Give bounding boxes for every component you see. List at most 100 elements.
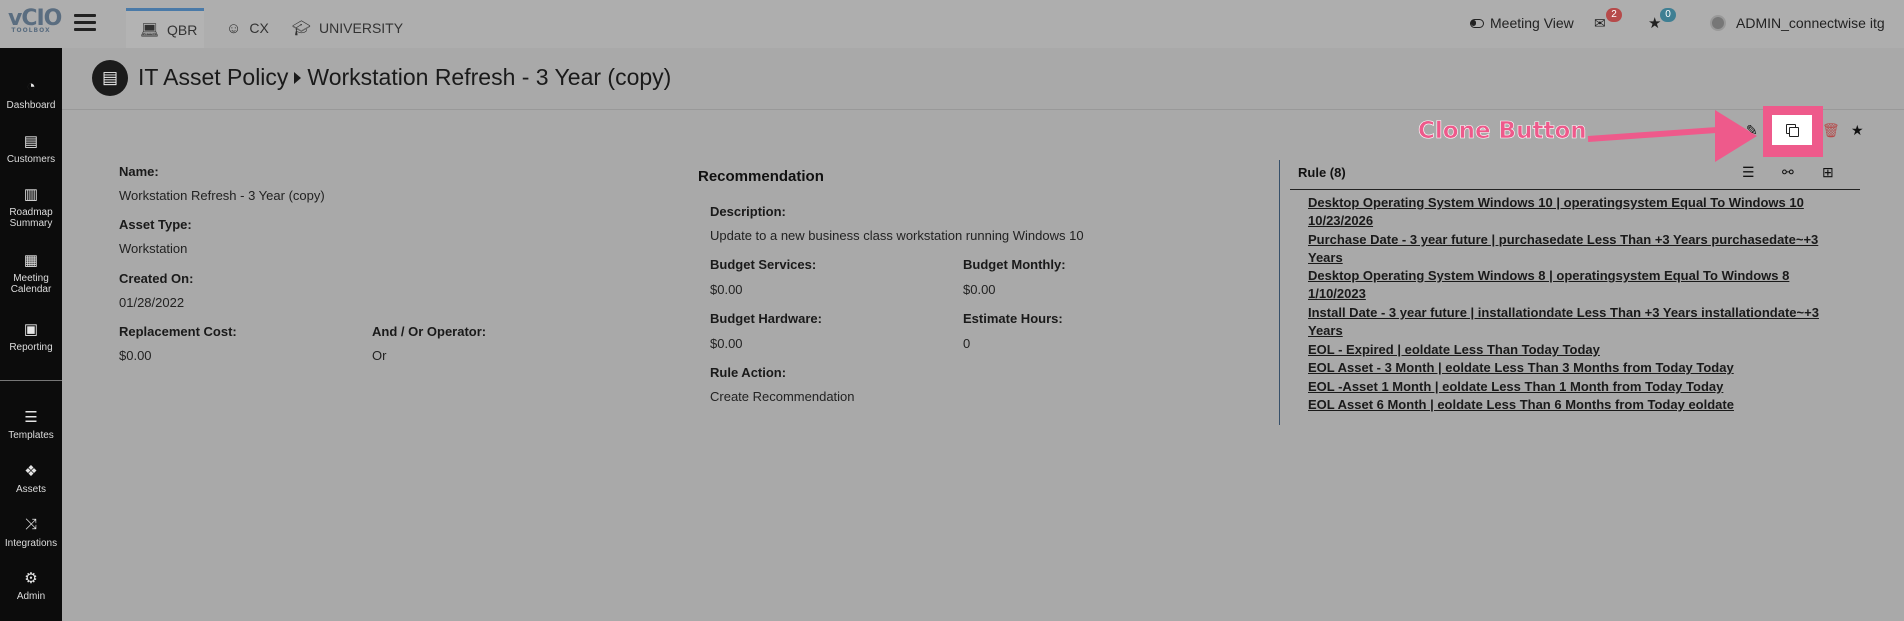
smiley-icon: ☺ [226, 19, 242, 37]
budget-hardware-value: $0.00 [710, 336, 743, 351]
calendar-icon: ▦ [23, 252, 39, 269]
estimate-hours-label: Estimate Hours: [963, 311, 1063, 326]
page-header: ▤ IT Asset Policy Workstation Refresh - … [62, 48, 1904, 110]
tab-label: CX [249, 20, 269, 36]
username: ADMIN_connectwise itg [1736, 15, 1885, 31]
delete-icon[interactable]: 🗑︎ [1822, 122, 1840, 139]
annotation-arrow [1587, 126, 1718, 142]
favorites-count-badge: 0 [1660, 8, 1676, 22]
tab-cx[interactable]: ☺ CX [212, 8, 283, 48]
created-on-value: 01/28/2022 [119, 295, 185, 310]
operator-label: And / Or Operator: [372, 324, 487, 339]
favorites-button[interactable]: ★ 0 [1648, 8, 1676, 34]
replacement-cost-label: Replacement Cost: [119, 324, 237, 339]
annotation-label: Clone Button [1418, 118, 1587, 145]
newspaper-icon: ▣ [23, 321, 39, 338]
sidebar-item-label: Customers [6, 154, 56, 165]
sidebar-item-label: Assets [15, 484, 46, 495]
shuffle-icon: ⤨ [24, 516, 37, 533]
link-icon[interactable]: ⚯ [1782, 164, 1794, 181]
description-label: Description: [710, 204, 786, 219]
mail-count-badge: 2 [1606, 8, 1622, 22]
add-rule-icon[interactable]: ⊞ [1822, 164, 1834, 181]
breadcrumb-current: Workstation Refresh - 3 Year (copy) [307, 64, 672, 90]
budget-services-label: Budget Services: [710, 257, 817, 272]
map-icon: ▥ [23, 186, 39, 203]
laptop-icon: 💻︎ [140, 21, 160, 39]
sidebar-item-admin[interactable]: ⚙ Admin [0, 569, 62, 602]
dashboard-icon: ◔ [26, 78, 36, 95]
sidebar-item-label: Meeting Calendar [10, 273, 52, 295]
rule-link[interactable]: Desktop Operating System Windows 10 | op… [1308, 194, 1848, 230]
sidebar-item-meeting-calendar[interactable]: ▦ Meeting Calendar [0, 251, 62, 295]
gears-icon: ⚙ [24, 570, 38, 587]
asset-type-value: Workstation [119, 241, 188, 256]
asset-type-label: Asset Type: [119, 217, 192, 232]
sidebar-item-label: Admin [16, 591, 46, 602]
operator-value: Or [372, 348, 387, 363]
meeting-view-label: Meeting View [1490, 15, 1574, 31]
favorite-star-icon[interactable]: ★ [1851, 122, 1864, 139]
clone-button[interactable] [1772, 115, 1812, 145]
page-title: IT Asset Policy Workstation Refresh - 3 … [138, 64, 671, 91]
sidebar-item-label: Dashboard [6, 100, 56, 111]
messages-button[interactable]: ✉ 2 [1594, 8, 1622, 34]
graduation-cap-icon: 🎓︎ [292, 20, 312, 37]
budget-monthly-value: $0.00 [963, 282, 996, 297]
sidebar-divider [0, 380, 62, 381]
rule-action-label: Rule Action: [710, 365, 787, 380]
rule-link[interactable]: Desktop Operating System Windows 8 | ope… [1308, 267, 1848, 303]
copy-icon [1786, 124, 1799, 137]
book-icon: ▤ [92, 60, 128, 96]
budget-monthly-label: Budget Monthly: [963, 257, 1066, 272]
rule-link[interactable]: Purchase Date - 3 year future | purchase… [1308, 231, 1848, 267]
tab-label: UNIVERSITY [319, 20, 404, 36]
user-menu[interactable]: ADMIN_connectwise itg [1710, 12, 1885, 34]
sidebar-item-roadmap-summary[interactable]: ▥ Roadmap Summary [0, 185, 62, 229]
rule-link[interactable]: EOL - Expired | eoldate Less Than Today … [1308, 341, 1848, 359]
sidebar-item-reporting[interactable]: ▣ Reporting [0, 320, 62, 353]
name-value: Workstation Refresh - 3 Year (copy) [119, 188, 325, 203]
rule-link[interactable]: EOL Asset 6 Month | eoldate Less Than 6 … [1308, 396, 1848, 414]
rule-link[interactable]: EOL -Asset 1 Month | eoldate Less Than 1… [1308, 378, 1848, 396]
tab-label: QBR [167, 21, 198, 38]
created-on-label: Created On: [119, 271, 194, 286]
name-label: Name: [119, 164, 159, 179]
recommendation-title: Recommendation [698, 168, 824, 185]
avatar [1710, 15, 1726, 31]
sidebar-item-dashboard[interactable]: ◔ Dashboard [0, 78, 62, 111]
budget-services-value: $0.00 [710, 282, 743, 297]
list-icon[interactable]: ☰ [1742, 164, 1755, 181]
caret-right-icon [294, 71, 302, 84]
sidebar-item-integrations[interactable]: ⤨ Integrations [0, 516, 62, 549]
tab-university[interactable]: 🎓︎ UNIVERSITY [278, 8, 417, 48]
hamburger-menu-icon[interactable] [74, 14, 96, 32]
app-logo[interactable]: vCIO TOOLBOX [8, 6, 62, 42]
rules-title: Rule (8) [1298, 165, 1346, 180]
meeting-view-toggle[interactable]: Meeting View [1470, 12, 1574, 34]
rules-header: Rule (8) ☰ ⚯ ⊞ [1290, 162, 1860, 190]
sidebar-item-templates[interactable]: ☰ Templates [0, 408, 62, 441]
envelope-icon: ✉ [1594, 14, 1606, 31]
sidebar-item-customers[interactable]: ▤ Customers [0, 132, 62, 165]
rule-action-value: Create Recommendation [710, 389, 855, 404]
template-icon: ☰ [24, 409, 38, 426]
rule-link[interactable]: EOL Asset - 3 Month | eoldate Less Than … [1308, 359, 1848, 377]
toggle-icon [1470, 18, 1484, 28]
sidebar-item-label: Templates [8, 430, 54, 441]
rules-divider [1279, 160, 1280, 425]
rule-link[interactable]: Install Date - 3 year future | installat… [1308, 304, 1848, 340]
id-card-icon: ▤ [23, 133, 39, 150]
sidebar-item-label: Integrations [4, 538, 58, 549]
top-bar: vCIO TOOLBOX 💻︎ QBR ☺ CX 🎓︎ UNIVERSITY Me… [0, 0, 1904, 48]
sidebar-item-label: Roadmap Summary [9, 207, 53, 229]
tab-qbr[interactable]: 💻︎ QBR [126, 8, 204, 48]
sidebar-item-assets[interactable]: ❖ Assets [0, 462, 62, 495]
clone-highlight [1763, 106, 1823, 157]
logo-subtext: TOOLBOX [11, 27, 51, 34]
description-value: Update to a new business class workstati… [710, 228, 1084, 243]
breadcrumb-parent[interactable]: IT Asset Policy [138, 64, 288, 91]
cubes-icon: ❖ [24, 463, 38, 480]
sidebar-item-label: Reporting [9, 342, 53, 353]
sidebar: ◔ Dashboard ▤ Customers ▥ Roadmap Summar… [0, 48, 62, 621]
